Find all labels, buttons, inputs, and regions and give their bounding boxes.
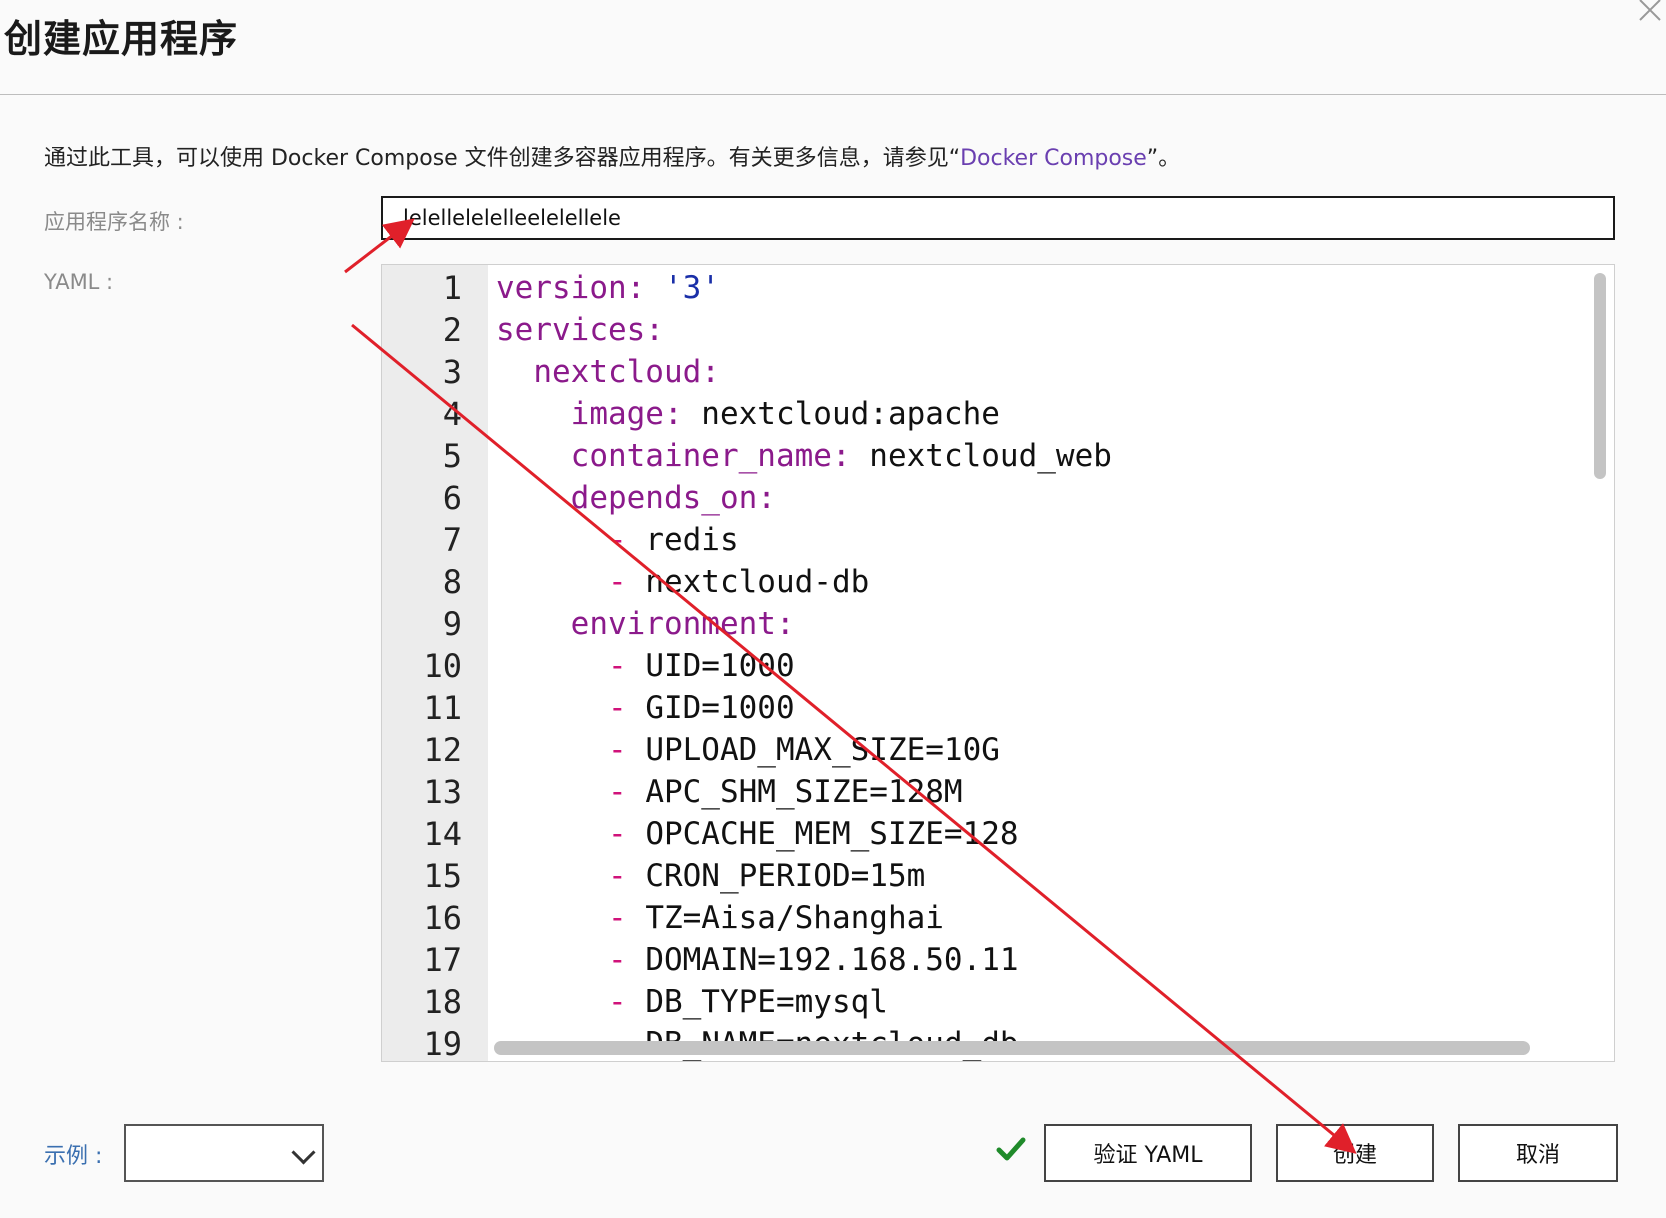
yaml-value: '3'	[645, 270, 720, 306]
scroll-corner	[1584, 1031, 1614, 1061]
yaml-value: APC_SHM_SIZE=128M	[626, 774, 963, 810]
line-number: 11	[423, 689, 462, 727]
line-number: 14	[423, 815, 462, 853]
docker-compose-link[interactable]: Docker Compose	[960, 146, 1147, 171]
yaml-editor[interactable]: 1 2 3 4 5 6 7 8 9 10 11 12 13 14 15 16 17 18 19 version: '…	[381, 264, 1615, 1062]
dialog-title: 创建应用程序	[4, 17, 239, 61]
yaml-list-dash: -	[607, 564, 627, 600]
yaml-value: UID=1000	[626, 648, 795, 684]
intro-text: 通过此工具，可以使用 Docker Compose 文件创建多容器应用程序。有关…	[44, 140, 1180, 172]
app-name-input[interactable]	[381, 196, 1615, 240]
yaml-value: DOMAIN=192.168.50.11	[626, 942, 1019, 978]
yaml-value: OPCACHE_MEM_SIZE=128	[626, 816, 1019, 852]
yaml-value: TZ=Aisa/Shanghai	[626, 900, 944, 936]
cancel-button[interactable]: 取消	[1458, 1124, 1618, 1182]
code-line: - GID=1000	[496, 687, 795, 729]
check-icon	[996, 1137, 1026, 1161]
vertical-scrollbar[interactable]	[1594, 273, 1606, 479]
line-number: 16	[423, 899, 462, 937]
yaml-value: redis	[626, 522, 739, 558]
yaml-value: nextcloud:apache	[682, 396, 1000, 432]
line-number: 2	[442, 311, 462, 349]
line-number: 12	[423, 731, 462, 769]
code-line: - APC_SHM_SIZE=128M	[496, 771, 963, 813]
yaml-list-dash: -	[607, 690, 627, 726]
line-number: 10	[423, 647, 462, 685]
yaml-list-dash: -	[607, 816, 627, 852]
app-name-label: 应用程序名称 :	[44, 210, 184, 234]
horizontal-scrollbar[interactable]	[494, 1041, 1530, 1055]
yaml-list-dash: -	[607, 774, 627, 810]
yaml-key: image:	[570, 396, 683, 432]
yaml-key: nextcloud:	[533, 354, 720, 390]
yaml-list-dash: -	[607, 858, 627, 894]
code-line: container_name: nextcloud_web	[496, 435, 1112, 477]
create-button[interactable]: 创建	[1276, 1124, 1434, 1182]
yaml-list-dash: -	[607, 984, 627, 1020]
yaml-key: version:	[496, 270, 646, 306]
line-number-gutter: 1 2 3 4 5 6 7 8 9 10 11 12 13 14 15 16 17 18 19	[382, 265, 488, 1061]
yaml-list-dash: -	[607, 942, 627, 978]
intro-text-suffix: ”。	[1146, 146, 1181, 171]
code-line: - DB_TYPE=mysql	[496, 981, 888, 1023]
yaml-list-dash: -	[607, 648, 627, 684]
yaml-key: services:	[496, 312, 664, 348]
code-line: - UPLOAD_MAX_SIZE=10G	[496, 729, 1000, 771]
yaml-label: YAML :	[44, 270, 114, 294]
code-line: nextcloud:	[496, 351, 720, 393]
line-number: 17	[423, 941, 462, 979]
code-line: version: '3'	[496, 267, 720, 309]
line-number: 8	[442, 563, 462, 601]
code-line: services:	[496, 309, 664, 351]
line-number: 1	[442, 269, 462, 307]
line-number: 3	[442, 353, 462, 391]
yaml-list-dash: -	[607, 522, 627, 558]
code-line: - DOMAIN=192.168.50.11	[496, 939, 1019, 981]
line-number: 13	[423, 773, 462, 811]
code-line: - redis	[496, 519, 739, 561]
code-line: - CRON_PERIOD=15m	[496, 855, 925, 897]
yaml-key: environment:	[570, 606, 795, 642]
code-line: - nextcloud-db	[496, 561, 869, 603]
header-divider	[0, 94, 1666, 95]
chevron-down-icon	[291, 1140, 316, 1165]
code-line: - UID=1000	[496, 645, 795, 687]
yaml-value: nextcloud-db	[626, 564, 870, 600]
code-line: - TZ=Aisa/Shanghai	[496, 897, 944, 939]
line-number: 5	[442, 437, 462, 475]
code-line: environment:	[496, 603, 795, 645]
validate-yaml-button[interactable]: 验证 YAML	[1044, 1124, 1252, 1182]
line-number: 7	[442, 521, 462, 559]
line-number: 15	[423, 857, 462, 895]
yaml-value: UPLOAD_MAX_SIZE=10G	[626, 732, 1000, 768]
line-number: 9	[442, 605, 462, 643]
code-line: depends_on:	[496, 477, 776, 519]
line-number: 19	[423, 1025, 462, 1062]
line-number: 18	[423, 983, 462, 1021]
code-line: image: nextcloud:apache	[496, 393, 1000, 435]
intro-text-body: 通过此工具，可以使用 Docker Compose 文件创建多容器应用程序。有关…	[44, 146, 961, 171]
yaml-value: GID=1000	[626, 690, 795, 726]
yaml-value: DB_TYPE=mysql	[626, 984, 888, 1020]
line-number: 4	[442, 395, 462, 433]
yaml-value: nextcloud_web	[850, 438, 1112, 474]
example-label: 示例 :	[44, 1144, 103, 1169]
example-select[interactable]	[124, 1124, 324, 1182]
yaml-value: CRON_PERIOD=15m	[626, 858, 926, 894]
code-line: - OPCACHE_MEM_SIZE=128	[496, 813, 1019, 855]
yaml-key: container_name:	[570, 438, 851, 474]
yaml-list-dash: -	[607, 900, 627, 936]
yaml-key: depends_on:	[570, 480, 776, 516]
yaml-list-dash: -	[607, 732, 627, 768]
line-number: 6	[442, 479, 462, 517]
close-icon[interactable]	[1626, 0, 1666, 30]
